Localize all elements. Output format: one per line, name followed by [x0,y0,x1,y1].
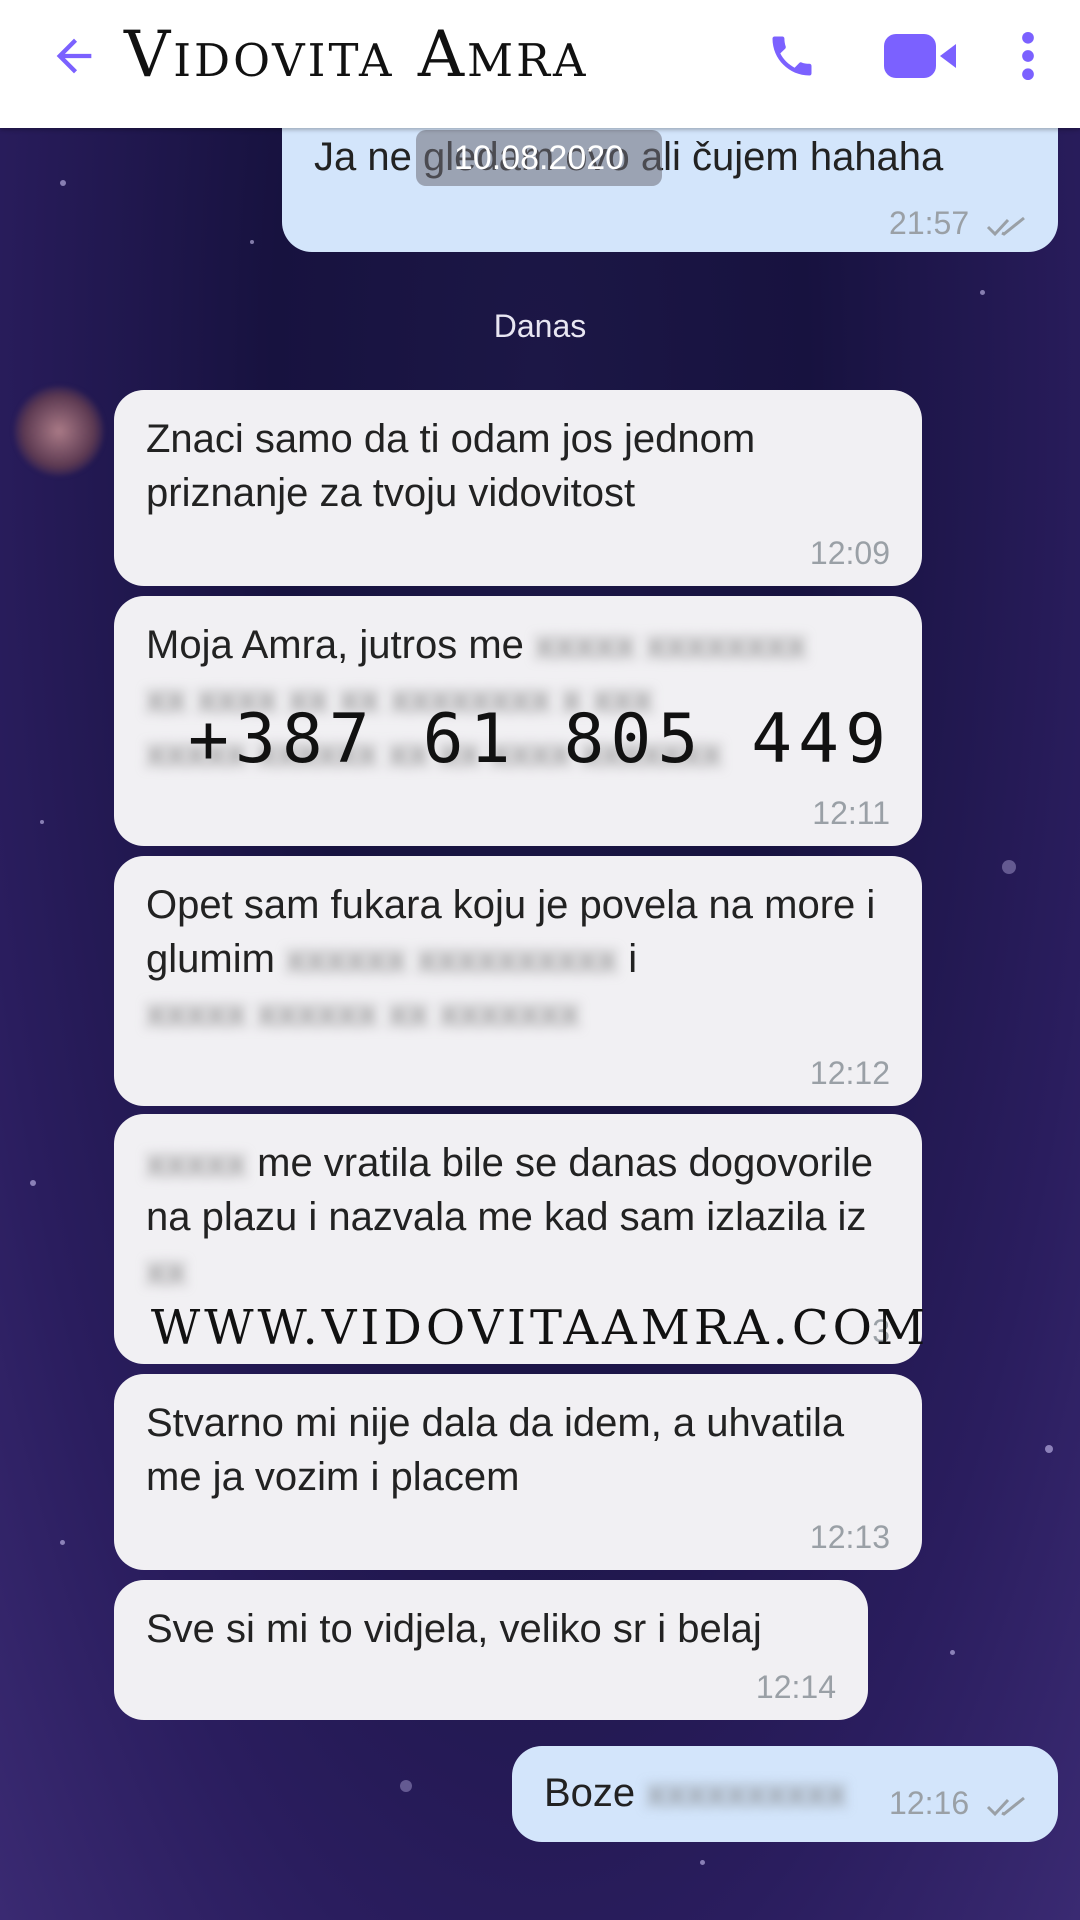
message-time: 12:12 [809,1055,890,1091]
message-bubble-incoming[interactable]: Opet sam fukara koju je povela na more i… [114,856,922,1106]
video-camera-icon[interactable] [884,34,956,78]
message-bubble-outgoing[interactable]: Ja ne gledam ovo ali čujem hahaha 21:57 [282,110,1058,252]
watermark-phone: +387 61 805 449 [187,700,893,779]
message-time: 12:14 [755,1669,836,1705]
message-bubble-incoming[interactable]: Znaci samo da ti odam jos jednom priznan… [114,390,922,586]
avatar[interactable] [14,386,104,476]
message-text: Sve si mi to vidjela, veliko sr i belaj [146,1607,762,1651]
double-check-icon [986,216,1025,236]
redacted-text: xxxxxxxxxx [646,1771,847,1815]
contact-name[interactable]: Vidovita Amra [124,18,589,92]
redacted-text: xx [146,1249,186,1293]
redacted-text: xxxxxx xxxxxxxxxx [286,937,618,981]
chat-header: Vidovita Amra [0,0,1080,128]
arrow-left-icon[interactable] [48,30,100,82]
redacted-text: xxxxx xxxxxxxx [535,623,807,667]
message-time: 12:16 [889,1776,1026,1830]
date-pill: 10.08.2020 [416,130,662,186]
more-vertical-icon[interactable] [1016,30,1040,82]
message-text: Stvarno mi nije dala da idem, a uhvatila… [146,1401,845,1499]
date-separator: Danas [493,308,587,344]
message-time: 12:13 [809,1519,890,1555]
message-time: 12:11 [812,795,890,831]
redacted-text: xxxxx xxxxxx xx xxxxxxx [146,991,580,1035]
message-text: Znaci samo da ti odam jos jednom priznan… [146,417,756,515]
double-check-icon [986,1796,1025,1816]
watermark-url: WWW.VIDOVITAAMRA.COM [150,1300,930,1356]
message-bubble-incoming[interactable]: Stvarno mi nije dala da idem, a uhvatila… [114,1374,922,1570]
message-time: 12:09 [809,535,890,571]
message-bubble-incoming[interactable]: Sve si mi to vidjela, veliko sr i belaj … [114,1580,868,1720]
message-bubble-outgoing[interactable]: Boze xxxxxxxxxx 12:16 [512,1746,1058,1842]
phone-icon[interactable] [766,30,818,82]
redacted-text: xxxxx [146,1141,246,1185]
message-text: Opet sam fukara koju je povela na more i… [146,883,876,1035]
message-text: xxxxx me vratila bile se danas dogovoril… [146,1141,874,1293]
message-time: 21:57 [889,196,1026,250]
